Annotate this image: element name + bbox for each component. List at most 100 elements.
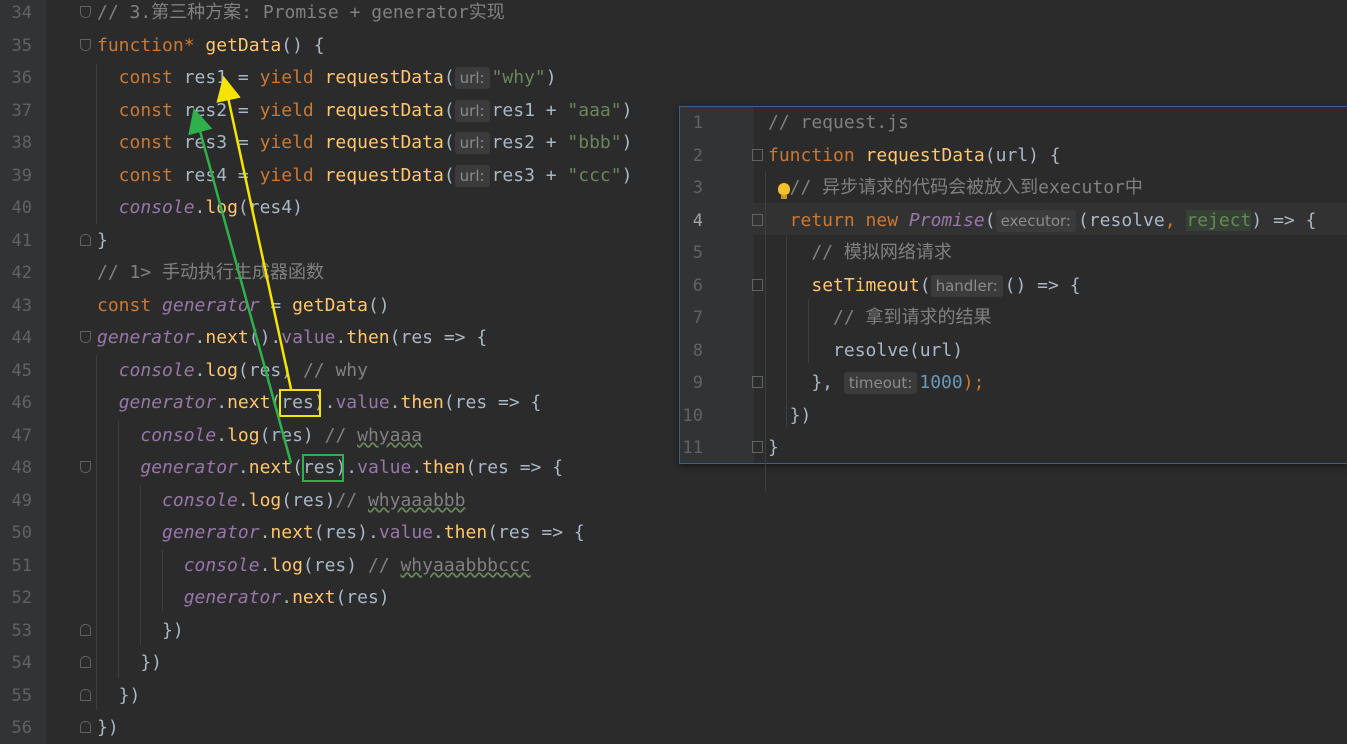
code-token: // 3.第三种方案: Promise + generator实现 (97, 2, 505, 23)
code-token: // 1> 手动执行生成器函数 (97, 262, 325, 283)
main-line-51[interactable]: 51 console.log(res) // whyaaabbbccc (0, 550, 1347, 582)
code-text: const generator = getData() (97, 290, 390, 322)
code-token: . (194, 197, 206, 218)
fold-marker-icon[interactable] (80, 6, 91, 18)
code-token: // (367, 554, 401, 576)
code-token: generator (118, 392, 217, 413)
parameter-hint: timeout: (843, 372, 918, 394)
code-token: whyaaa (357, 424, 423, 446)
code-text: function requestData(url) { (768, 140, 1061, 172)
code-text: }) (97, 615, 184, 647)
code-token: (res). (313, 522, 379, 543)
code-token: generator (97, 327, 195, 348)
code-text: const res1 = yield requestData(url: "why"… (97, 62, 557, 94)
code-text: const res2 = yield requestData(url: res1 … (97, 95, 632, 127)
code-token: log (205, 197, 238, 218)
code-token: * (183, 34, 206, 56)
code-token: res3 + (491, 164, 568, 186)
popup-line-9[interactable]: 9 }, timeout: 1000); (680, 367, 1347, 399)
code-token: then (422, 457, 466, 478)
code-token: generator (162, 522, 260, 543)
fold-marker-icon[interactable] (80, 461, 91, 473)
code-token: } (97, 229, 108, 251)
code-token: () (367, 294, 390, 316)
code-token: "ccc" (567, 164, 622, 186)
line-number: 2 (692, 145, 703, 166)
popup-line-6[interactable]: 6 setTimeout(handler:() => { (680, 270, 1347, 302)
main-line-53[interactable]: 53 }) (0, 615, 1347, 647)
code-text: generator.next().value.then(res => { (97, 322, 487, 354)
code-text: console.log(res) // whyaaa (97, 420, 422, 452)
code-token: . (433, 522, 444, 543)
popup-line-8[interactable]: 8 resolve(url) (680, 335, 1347, 367)
code-token: }) (97, 684, 141, 706)
popup-line-1[interactable]: 1 // request.js (680, 107, 1347, 139)
code-text: // 3.第三种方案: Promise + generator实现 (97, 0, 505, 29)
fold-marker-icon[interactable] (752, 441, 763, 453)
fold-marker-icon[interactable] (752, 278, 763, 291)
main-line-36[interactable]: 36 const res1 = yield requestData(url: "w… (0, 62, 1347, 94)
fold-marker-icon[interactable] (80, 38, 91, 51)
code-token: res1 = (183, 67, 260, 88)
line-number: 41 (11, 230, 32, 251)
main-line-35[interactable]: 35 function* getData() { (0, 30, 1347, 62)
code-token: (res4) (237, 197, 303, 218)
code-token: whyaaabbb (367, 489, 466, 511)
fold-marker-icon[interactable] (80, 623, 91, 636)
main-line-56[interactable]: 56}) (0, 712, 1347, 744)
main-line-49[interactable]: 49 console.log(res)// whyaaabbb (0, 485, 1347, 517)
code-token: ( (443, 164, 455, 186)
line-number: 46 (11, 393, 32, 413)
popup-line-5[interactable]: 5 // 模拟网络请求 (680, 237, 1347, 269)
code-token: generator (183, 587, 282, 608)
highlight-box-yellow (279, 389, 321, 417)
lightbulb-icon[interactable] (778, 183, 790, 195)
code-text: }) (768, 400, 812, 432)
main-line-50[interactable]: 50 generator.next(res).value.then(res =>… (0, 517, 1347, 549)
line-number: 5 (692, 243, 703, 263)
code-token: console (118, 197, 195, 218)
code-token: requestData (324, 132, 444, 153)
fold-marker-icon[interactable] (752, 376, 763, 388)
code-token: ) (621, 132, 633, 153)
code-token: whyaaabbbccc (400, 554, 531, 576)
code-token: } (768, 437, 779, 458)
popup-line-2[interactable]: 2 function requestData(url) { (680, 140, 1347, 172)
fold-marker-icon[interactable] (80, 688, 91, 701)
fold-marker-icon[interactable] (80, 331, 91, 343)
code-token: // 异步请求的代码会被放入到executor中 (768, 177, 1143, 198)
fold-marker-icon[interactable] (80, 721, 91, 733)
line-number: 11 (682, 438, 703, 458)
main-line-34[interactable]: 34 // 3.第三种方案: Promise + generator实现 (0, 0, 1347, 29)
main-line-55[interactable]: 55 }) (0, 680, 1347, 712)
code-text: console.log(res4) (97, 192, 303, 224)
fold-marker-icon[interactable] (80, 233, 91, 246)
fold-marker-icon[interactable] (752, 148, 763, 161)
popup-line-10[interactable]: 10 }) (680, 400, 1347, 432)
code-token: yield (259, 132, 325, 153)
popup-line-7[interactable]: 7 // 拿到请求的结果 (680, 302, 1347, 334)
popup-line-11[interactable]: 11} (680, 432, 1347, 464)
parameter-hint: url: (454, 164, 490, 187)
code-token: value (335, 392, 390, 413)
line-number: 4 (692, 210, 703, 231)
request-js-popup[interactable]: 1 // request.js 2 function requestData(url)… (679, 106, 1347, 491)
code-token: , (1164, 209, 1187, 231)
code-token: getData (205, 34, 282, 56)
code-token: then (346, 327, 390, 348)
code-token: then (400, 392, 444, 413)
code-token: }, (768, 372, 844, 393)
popup-line-4[interactable]: 4 return new Promise(executor: (resolve, … (680, 205, 1347, 237)
code-token: res2 + (491, 132, 568, 153)
main-line-52[interactable]: 52 generator.next(res) (0, 582, 1347, 614)
fold-marker-icon[interactable] (80, 656, 91, 668)
line-number: 9 (692, 373, 703, 393)
code-token: // (335, 489, 368, 511)
fold-marker-icon[interactable] (752, 213, 763, 226)
main-line-54[interactable]: 54 }) (0, 647, 1347, 679)
parameter-hint: url: (454, 99, 490, 122)
